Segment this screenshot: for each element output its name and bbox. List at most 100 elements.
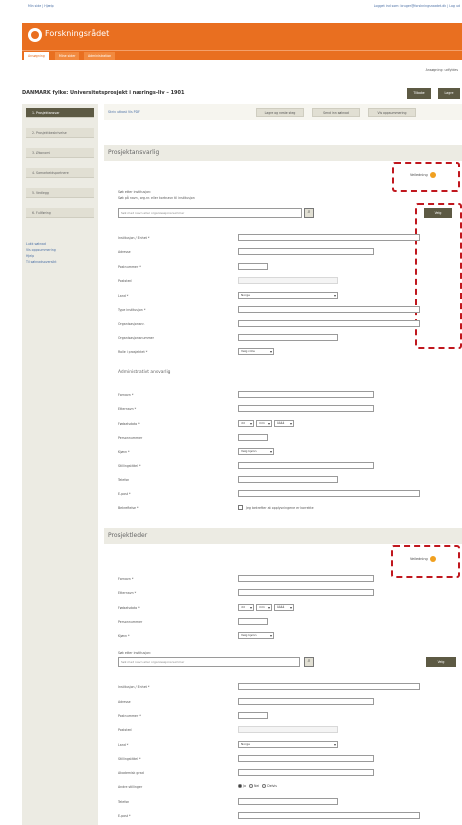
leader-postcode-field[interactable] <box>238 712 268 719</box>
birth-day-select[interactable]: dd <box>238 420 254 427</box>
field-label: E-post * <box>118 814 131 818</box>
sidebar-link-close[interactable]: Lukk søknad <box>26 242 46 246</box>
role-select[interactable]: Velg rolle <box>238 348 274 355</box>
institution-field[interactable] <box>238 234 420 241</box>
postcode-field[interactable] <box>238 263 268 270</box>
leader-country-select[interactable]: Norge <box>238 741 338 748</box>
postplace-field <box>238 277 338 284</box>
leader-birth-month-select[interactable]: mm <box>256 604 272 611</box>
help-link-2[interactable]: Veiledning <box>410 556 436 562</box>
field-label: Stillingstittel * <box>118 464 141 468</box>
confirm-text: Jeg bekrefter at opplysningene er korrek… <box>246 506 314 510</box>
field-label: Poststed <box>118 728 132 732</box>
submit-button[interactable]: Send inn søknad <box>312 108 360 117</box>
field-label: Bekreftelse * <box>118 506 139 510</box>
top-right-user-text[interactable]: Logget ind som: bruger@forskningsraadet.… <box>374 4 460 8</box>
logo-icon <box>28 28 42 42</box>
leader-jobtitle-field[interactable] <box>238 755 374 762</box>
main-tabs: Ansøgning Mine sider Administration <box>22 50 462 60</box>
sidebar-link-help[interactable]: Hjelp <box>26 254 34 258</box>
firstname-field[interactable] <box>238 391 374 398</box>
tab-administration[interactable]: Administration <box>84 52 116 60</box>
radio-no[interactable] <box>248 784 253 788</box>
birth-month-select[interactable]: mm <box>256 420 272 427</box>
email-field[interactable] <box>238 490 420 497</box>
field-label: E-post * <box>118 492 131 496</box>
tab-my-pages[interactable]: Mine sider <box>55 52 80 60</box>
radio-partly[interactable] <box>262 784 267 788</box>
leader-birth-year-select[interactable]: åååå <box>274 604 294 611</box>
sidebar-link-summary[interactable]: Vis oppsummering <box>26 248 56 252</box>
phone-field[interactable] <box>238 476 338 483</box>
toolbar-link-pdf[interactable]: Vis PDF <box>128 110 140 114</box>
field-label: Land * <box>118 294 129 298</box>
section-header-responsible: Prosjektansvarlig <box>104 145 462 161</box>
gender-select[interactable]: Velg kjønn <box>238 448 274 455</box>
sidebar-item-6[interactable]: 6. Fullføring <box>26 208 94 218</box>
sidebar-item-2[interactable]: 2. Prosjektbeskrivelse <box>26 128 94 138</box>
sidebar: 1. Prosjektansvar 2. Prosjektbeskrivelse… <box>22 104 98 825</box>
radio-yes[interactable] <box>238 784 242 788</box>
summary-button[interactable]: Vis oppsummering <box>368 108 416 117</box>
sidebar-item-5[interactable]: 5. Vedlegg <box>26 188 94 198</box>
jobtitle-field[interactable] <box>238 462 374 469</box>
confirm-checkbox[interactable] <box>238 505 243 510</box>
help-link-1[interactable]: Veiledning <box>410 172 436 178</box>
sidebar-item-4[interactable]: 4. Samarbeidspartnere <box>26 168 94 178</box>
toolbar-link-draft[interactable]: Skriv utkast <box>108 110 127 114</box>
sidebar-item-3[interactable]: 3. Økonomi <box>26 148 94 158</box>
field-label: Fornavn * <box>118 393 134 397</box>
sidebar-item-1[interactable]: 1. Prosjektansvar <box>26 108 94 118</box>
birth-year-select[interactable]: åååå <box>274 420 294 427</box>
field-label: Rolle i prosjektet * <box>118 350 148 354</box>
address-field[interactable] <box>238 248 374 255</box>
leader-institution-field[interactable] <box>238 683 420 690</box>
tab-application[interactable]: Ansøgning <box>24 52 49 60</box>
field-label: Land * <box>118 743 129 747</box>
top-left-link[interactable]: Min side | Hjælp <box>28 4 54 8</box>
leader-phone-field[interactable] <box>238 798 338 805</box>
lastname-field[interactable] <box>238 405 374 412</box>
save-button[interactable]: Lagre <box>438 88 460 99</box>
select-institution-button[interactable]: Velg <box>424 208 452 218</box>
leader-lastname-field[interactable] <box>238 589 374 596</box>
field-label: Fødselsdato * <box>118 422 140 426</box>
field-label: Etternavn * <box>118 407 137 411</box>
search-icon[interactable]: ⌕ <box>304 208 314 218</box>
leader-firstname-field[interactable] <box>238 575 374 582</box>
help-icon <box>429 172 436 178</box>
sidebar-link-overview[interactable]: Til søknadsoversikt <box>26 260 57 264</box>
save-next-button[interactable]: Lagre og neste steg <box>256 108 304 117</box>
country-select[interactable]: Norge <box>238 292 338 299</box>
field-label: Institusjon / Enhet * <box>118 236 150 240</box>
leader-select-institution-button[interactable]: Velg <box>426 657 456 667</box>
logo-text: Forskningsrådet <box>45 29 110 38</box>
radio-no-label: Nei <box>253 784 260 788</box>
field-label: Telefon <box>118 478 130 482</box>
leader-birth-day-select[interactable]: dd <box>238 604 254 611</box>
field-label: Adresse <box>118 700 131 704</box>
field-label: Fornavn * <box>118 577 134 581</box>
leader-personnumber-field[interactable] <box>238 618 268 625</box>
field-label: Personnummer <box>118 620 143 624</box>
field-label: Postnummer * <box>118 714 141 718</box>
help-icon <box>429 556 436 562</box>
orgnumber-field[interactable] <box>238 334 338 341</box>
orgno-field[interactable] <box>238 320 420 327</box>
leader-gender-select[interactable]: Velg kjønn <box>238 632 274 639</box>
leader-institution-search-input[interactable]: Søk med navn eller organisasjonsnummer <box>118 657 300 667</box>
section-header-leader: Prosjektleder <box>104 528 462 544</box>
personnumber-field[interactable] <box>238 434 268 441</box>
institution-type-field[interactable] <box>238 306 420 313</box>
leader-address-field[interactable] <box>238 698 374 705</box>
institution-search-input[interactable]: Søk med navn eller organisasjonsnummer <box>118 208 302 218</box>
back-button[interactable]: Tilbake <box>407 88 431 99</box>
leader-degree-field[interactable] <box>238 769 374 776</box>
search-icon[interactable]: ⌕ <box>304 657 314 667</box>
top-bar: Min side | Hjælp Logget ind som: bruger@… <box>22 0 462 22</box>
status-text: Ansøgning: udfyldes <box>425 68 458 72</box>
help-label-2: Veiledning <box>410 557 428 561</box>
field-label: Poststed <box>118 279 132 283</box>
field-label: Institusjon / Enhet * <box>118 685 150 689</box>
leader-email-field[interactable] <box>238 812 420 819</box>
